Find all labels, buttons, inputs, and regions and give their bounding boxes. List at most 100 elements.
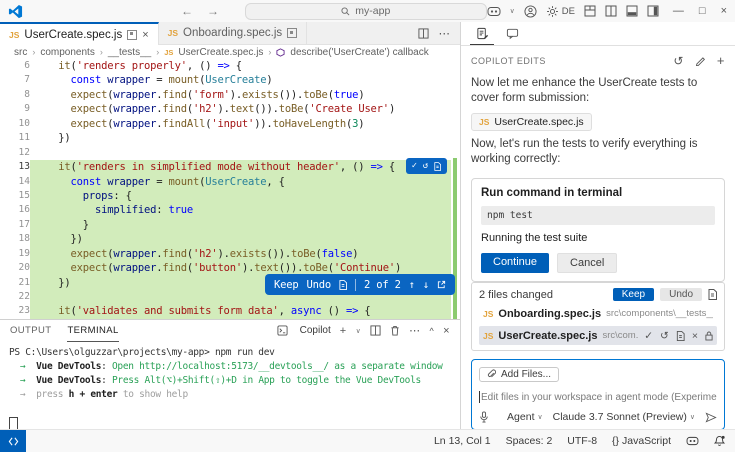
file-path: src\com...	[602, 330, 639, 341]
send-icon[interactable]	[705, 412, 717, 423]
copilot-icon[interactable]	[487, 6, 501, 17]
more-actions-icon[interactable]: ⋯	[439, 26, 451, 40]
close-button[interactable]: ×	[721, 5, 727, 17]
breadcrumb[interactable]: src› components› __tests__› JS UserCreat…	[0, 45, 460, 59]
split-editor-icon[interactable]	[605, 5, 617, 17]
chat-input-box[interactable]: Add Files... Edit files in your workspac…	[471, 359, 725, 430]
inline-diff-mini-toolbar: ✓ ↺	[406, 158, 447, 174]
model-dropdown[interactable]: Claude 3.7 Sonnet (Preview) ∨	[553, 411, 695, 423]
notifications-bell-icon[interactable]	[714, 435, 725, 447]
chevron-down-icon[interactable]: ∨	[510, 7, 515, 15]
code-editor[interactable]: 6 it('renders properly', () => {7 const …	[0, 59, 460, 319]
remove-file-icon[interactable]: ×	[692, 330, 698, 342]
mode-dropdown[interactable]: Agent ∨	[507, 411, 543, 423]
toggle-panel-icon[interactable]	[626, 5, 638, 17]
close-tab-icon[interactable]: ×	[142, 29, 148, 41]
microphone-icon[interactable]	[479, 411, 489, 423]
undo-button[interactable]: Undo	[307, 279, 332, 291]
previous-change-icon[interactable]: ↑	[409, 279, 415, 291]
tab-onboarding-spec[interactable]: JS Onboarding.spec.js	[159, 22, 308, 44]
tab-usercreate-spec[interactable]: JS UserCreate.spec.js ×	[0, 22, 159, 45]
chat-tab-icon[interactable]	[500, 22, 524, 45]
nav-back-button[interactable]: ←	[181, 4, 193, 18]
changed-file-row[interactable]: JSOnboarding.spec.jssrc\components\__tes…	[479, 304, 717, 323]
split-editor-icon[interactable]	[418, 28, 429, 39]
language-mode[interactable]: {} JavaScript	[612, 435, 671, 447]
changes-summary: 2 files changed	[479, 289, 553, 301]
line-number: 22	[0, 290, 30, 304]
settings-gear-icon[interactable]	[546, 5, 559, 18]
copilot-status-icon[interactable]	[686, 436, 699, 446]
remote-indicator-button[interactable]	[0, 430, 26, 452]
toggle-diff-icon[interactable]	[339, 280, 347, 290]
new-edit-session-icon[interactable]	[695, 55, 706, 66]
add-session-icon[interactable]: +	[717, 53, 725, 68]
breadcrumb-item[interactable]: __tests__	[108, 47, 151, 58]
maximize-panel-icon[interactable]: ^	[430, 326, 435, 336]
copilot-edits-panel: COPILOT EDITS ↺ + Now let me enhance the…	[460, 22, 735, 430]
close-panel-icon[interactable]: ×	[443, 325, 450, 337]
breadcrumb-item[interactable]: src	[14, 47, 27, 58]
changed-file-row[interactable]: JSUserCreate.spec.jssrc\com...✓↺×	[479, 326, 717, 345]
edited-by-copilot-icon[interactable]	[127, 30, 137, 40]
breadcrumb-item[interactable]: components	[40, 47, 94, 58]
maximize-button[interactable]: □	[699, 5, 706, 17]
terminal-output[interactable]: PS C:\Users\olguzzar\projects\my-app> np…	[0, 341, 460, 430]
panel-tab-terminal[interactable]: TERMINAL	[67, 320, 118, 342]
terminal-line: PS C:\Users\olguzzar\projects\my-app> np…	[9, 346, 460, 360]
undo-all-button[interactable]: Undo	[660, 288, 702, 301]
toggle-secondary-sidebar-icon[interactable]	[647, 5, 659, 17]
customize-layout-icon[interactable]	[584, 5, 596, 17]
search-icon	[341, 7, 350, 16]
search-text: my-app	[355, 5, 390, 17]
code-line: 18 })	[0, 232, 460, 246]
open-diff-icon[interactable]	[676, 331, 685, 341]
copilot-edits-tab-icon[interactable]	[470, 22, 494, 45]
panel-tab-output[interactable]: OUTPUT	[10, 320, 51, 341]
indentation[interactable]: Spaces: 2	[506, 435, 553, 447]
edited-by-copilot-icon[interactable]	[287, 28, 297, 38]
minimize-button[interactable]: —	[673, 5, 684, 17]
javascript-file-icon: JS	[479, 117, 489, 127]
add-files-button[interactable]: Add Files...	[479, 367, 559, 382]
accept-change-icon[interactable]: ✓	[412, 161, 417, 171]
view-all-edits-icon[interactable]	[708, 289, 717, 300]
keep-all-button[interactable]: Keep	[613, 288, 654, 301]
cancel-button[interactable]: Cancel	[557, 253, 617, 273]
line-number: 20	[0, 261, 30, 275]
accept-file-icon[interactable]: ✓	[644, 330, 653, 342]
title-bar: ← → my-app ∨ DE	[0, 0, 735, 23]
new-terminal-icon[interactable]: +	[340, 325, 347, 337]
more-actions-icon[interactable]: ⋯	[409, 324, 420, 337]
keep-button[interactable]: Keep	[274, 279, 299, 291]
accounts-icon[interactable]	[524, 5, 537, 18]
status-bar: Ln 13, Col 1 Spaces: 2 UTF-8 {} JavaScri…	[0, 429, 735, 452]
breadcrumb-item[interactable]: UserCreate.spec.js	[178, 47, 263, 58]
discard-file-icon[interactable]: ↺	[660, 330, 669, 342]
undo-edits-icon[interactable]: ↺	[673, 54, 684, 68]
chat-input-field[interactable]: Edit files in your workspace in agent mo…	[479, 391, 717, 403]
nav-forward-button[interactable]: →	[207, 4, 219, 18]
discard-change-icon[interactable]: ↺	[423, 161, 428, 171]
cursor-position[interactable]: Ln 13, Col 1	[434, 435, 491, 447]
split-terminal-icon[interactable]	[370, 325, 381, 336]
javascript-file-icon: JS	[483, 309, 493, 319]
lock-file-icon[interactable]	[705, 331, 713, 341]
card-title: Run command in terminal	[481, 187, 715, 199]
continue-button[interactable]: Continue	[481, 253, 549, 273]
encoding[interactable]: UTF-8	[567, 435, 597, 447]
de-badge: DE	[562, 6, 575, 17]
command-center-search[interactable]: my-app	[245, 3, 487, 20]
code-line: 6 it('renders properly', () => {	[0, 59, 460, 73]
terminal-profile-icon[interactable]	[277, 325, 288, 336]
breadcrumb-item[interactable]: describe('UserCreate') callback	[290, 47, 428, 58]
toggle-diff-icon[interactable]	[434, 162, 441, 171]
terminal-copilot-label: Copilot	[300, 325, 331, 336]
kill-terminal-icon[interactable]	[390, 325, 400, 336]
file-chip[interactable]: JS UserCreate.spec.js	[471, 113, 592, 131]
line-number: 21	[0, 276, 30, 290]
next-change-icon[interactable]: ↓	[423, 279, 429, 291]
diff-review-toolbar: Keep Undo 2 of 2 ↑ ↓	[265, 274, 455, 295]
terminal-dropdown-icon[interactable]: ∨	[356, 327, 362, 335]
open-changes-icon[interactable]	[437, 280, 446, 289]
